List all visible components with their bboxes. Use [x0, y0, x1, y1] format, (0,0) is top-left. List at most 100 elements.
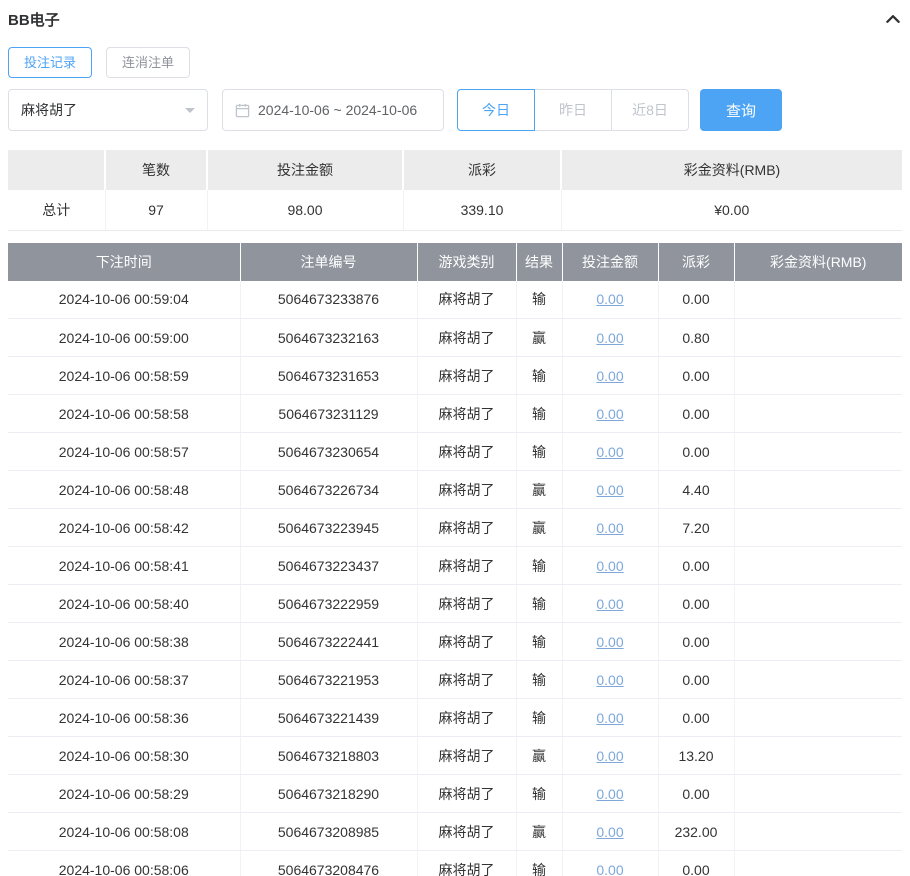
payout-cell: 0.00	[658, 395, 734, 433]
col-header-bonus: 彩金资料(RMB)	[734, 243, 902, 281]
quick-range-yesterday[interactable]: 昨日	[534, 89, 612, 131]
order-id-cell: 5064673222959	[240, 585, 417, 623]
bet-time-cell: 2024-10-06 00:58:41	[8, 547, 240, 585]
table-row: 2024-10-06 00:58:085064673208985麻将胡了赢0.0…	[8, 813, 902, 851]
table-row: 2024-10-06 00:58:485064673226734麻将胡了赢0.0…	[8, 471, 902, 509]
result-cell: 输	[516, 851, 562, 876]
bet-amount-link[interactable]: 0.00	[596, 558, 623, 574]
bonus-cell	[734, 433, 902, 471]
bet-time-cell: 2024-10-06 00:58:36	[8, 699, 240, 737]
table-row: 2024-10-06 00:58:595064673231653麻将胡了输0.0…	[8, 357, 902, 395]
bet-amount-cell: 0.00	[562, 319, 658, 357]
game-type-cell: 麻将胡了	[417, 433, 516, 471]
bet-amount-link[interactable]: 0.00	[596, 862, 623, 876]
calendar-icon	[235, 103, 250, 118]
table-row: 2024-10-06 00:58:385064673222441麻将胡了输0.0…	[8, 623, 902, 661]
bet-amount-cell: 0.00	[562, 433, 658, 471]
bet-table-header-row: 下注时间 注单编号 游戏类别 结果 投注金额 派彩 彩金资料(RMB)	[8, 243, 902, 281]
quick-range-group: 今日 昨日 近8日	[457, 89, 689, 131]
bet-amount-link[interactable]: 0.00	[596, 444, 623, 460]
bet-amount-link[interactable]: 0.00	[596, 291, 623, 307]
bet-amount-link[interactable]: 0.00	[596, 406, 623, 422]
tab-cancelled-orders[interactable]: 连消注单	[106, 47, 190, 78]
order-id-cell: 5064673221439	[240, 699, 417, 737]
result-cell: 输	[516, 585, 562, 623]
date-range-value: 2024-10-06 ~ 2024-10-06	[258, 102, 417, 118]
bet-amount-link[interactable]: 0.00	[596, 520, 623, 536]
result-cell: 输	[516, 357, 562, 395]
bonus-cell	[734, 813, 902, 851]
quick-range-today[interactable]: 今日	[457, 89, 535, 131]
order-id-cell: 5064673231129	[240, 395, 417, 433]
bet-amount-link[interactable]: 0.00	[596, 748, 623, 764]
game-type-cell: 麻将胡了	[417, 585, 516, 623]
order-id-cell: 5064673223945	[240, 509, 417, 547]
bet-amount-link[interactable]: 0.00	[596, 368, 623, 384]
result-cell: 输	[516, 623, 562, 661]
bonus-cell	[734, 357, 902, 395]
payout-cell: 0.00	[658, 547, 734, 585]
search-button[interactable]: 查询	[700, 89, 782, 131]
bet-amount-cell: 0.00	[562, 281, 658, 319]
bet-amount-link[interactable]: 0.00	[596, 330, 623, 346]
game-type-cell: 麻将胡了	[417, 851, 516, 876]
table-row: 2024-10-06 00:58:065064673208476麻将胡了输0.0…	[8, 851, 902, 876]
bet-time-cell: 2024-10-06 00:58:29	[8, 775, 240, 813]
col-header-bet-amount: 投注金额	[562, 243, 658, 281]
table-row: 2024-10-06 00:58:575064673230654麻将胡了输0.0…	[8, 433, 902, 471]
bet-time-cell: 2024-10-06 00:58:57	[8, 433, 240, 471]
order-id-cell: 5064673231653	[240, 357, 417, 395]
order-id-cell: 5064673221953	[240, 661, 417, 699]
result-cell: 赢	[516, 471, 562, 509]
summary-col-bonus: 彩金资料(RMB)	[561, 150, 902, 190]
bet-amount-cell: 0.00	[562, 471, 658, 509]
game-type-cell: 麻将胡了	[417, 623, 516, 661]
bet-amount-cell: 0.00	[562, 395, 658, 433]
table-row: 2024-10-06 00:58:425064673223945麻将胡了赢0.0…	[8, 509, 902, 547]
chevron-down-icon	[185, 108, 195, 118]
bet-amount-cell: 0.00	[562, 509, 658, 547]
bet-amount-link[interactable]: 0.00	[596, 710, 623, 726]
payout-cell: 7.20	[658, 509, 734, 547]
bonus-cell	[734, 395, 902, 433]
date-range-input[interactable]: 2024-10-06 ~ 2024-10-06	[222, 89, 444, 131]
bet-amount-link[interactable]: 0.00	[596, 672, 623, 688]
game-type-cell: 麻将胡了	[417, 737, 516, 775]
bet-time-cell: 2024-10-06 00:58:08	[8, 813, 240, 851]
bet-amount-link[interactable]: 0.00	[596, 482, 623, 498]
bet-amount-link[interactable]: 0.00	[596, 634, 623, 650]
tab-bet-records[interactable]: 投注记录	[8, 47, 92, 78]
bonus-cell	[734, 471, 902, 509]
page-title: BB电子	[8, 9, 60, 30]
result-cell: 输	[516, 395, 562, 433]
payout-cell: 13.20	[658, 737, 734, 775]
panel-header: BB电子	[8, 6, 902, 32]
game-type-cell: 麻将胡了	[417, 395, 516, 433]
payout-cell: 232.00	[658, 813, 734, 851]
summary-total-bonus: ¥0.00	[561, 190, 902, 230]
result-cell: 赢	[516, 813, 562, 851]
bonus-cell	[734, 699, 902, 737]
result-cell: 赢	[516, 509, 562, 547]
bet-amount-cell: 0.00	[562, 357, 658, 395]
bet-amount-cell: 0.00	[562, 813, 658, 851]
bonus-cell	[734, 737, 902, 775]
bet-table: 下注时间 注单编号 游戏类别 结果 投注金额 派彩 彩金资料(RMB) 2024…	[8, 243, 902, 876]
result-cell: 输	[516, 281, 562, 319]
order-id-cell: 5064673233876	[240, 281, 417, 319]
bet-amount-cell: 0.00	[562, 661, 658, 699]
result-cell: 赢	[516, 319, 562, 357]
bet-amount-link[interactable]: 0.00	[596, 786, 623, 802]
game-select[interactable]: 麻将胡了	[8, 89, 208, 131]
bet-amount-link[interactable]: 0.00	[596, 824, 623, 840]
quick-range-last8days[interactable]: 近8日	[611, 89, 689, 131]
filter-bar: 麻将胡了 2024-10-06 ~ 2024-10-06 今日 昨日 近8日 查…	[8, 89, 902, 131]
bet-amount-link[interactable]: 0.00	[596, 596, 623, 612]
order-id-cell: 5064673222441	[240, 623, 417, 661]
table-row: 2024-10-06 00:58:405064673222959麻将胡了输0.0…	[8, 585, 902, 623]
bet-time-cell: 2024-10-06 00:59:04	[8, 281, 240, 319]
game-type-cell: 麻将胡了	[417, 775, 516, 813]
chevron-up-icon[interactable]	[884, 10, 902, 28]
table-row: 2024-10-06 00:58:365064673221439麻将胡了输0.0…	[8, 699, 902, 737]
table-row: 2024-10-06 00:58:585064673231129麻将胡了输0.0…	[8, 395, 902, 433]
